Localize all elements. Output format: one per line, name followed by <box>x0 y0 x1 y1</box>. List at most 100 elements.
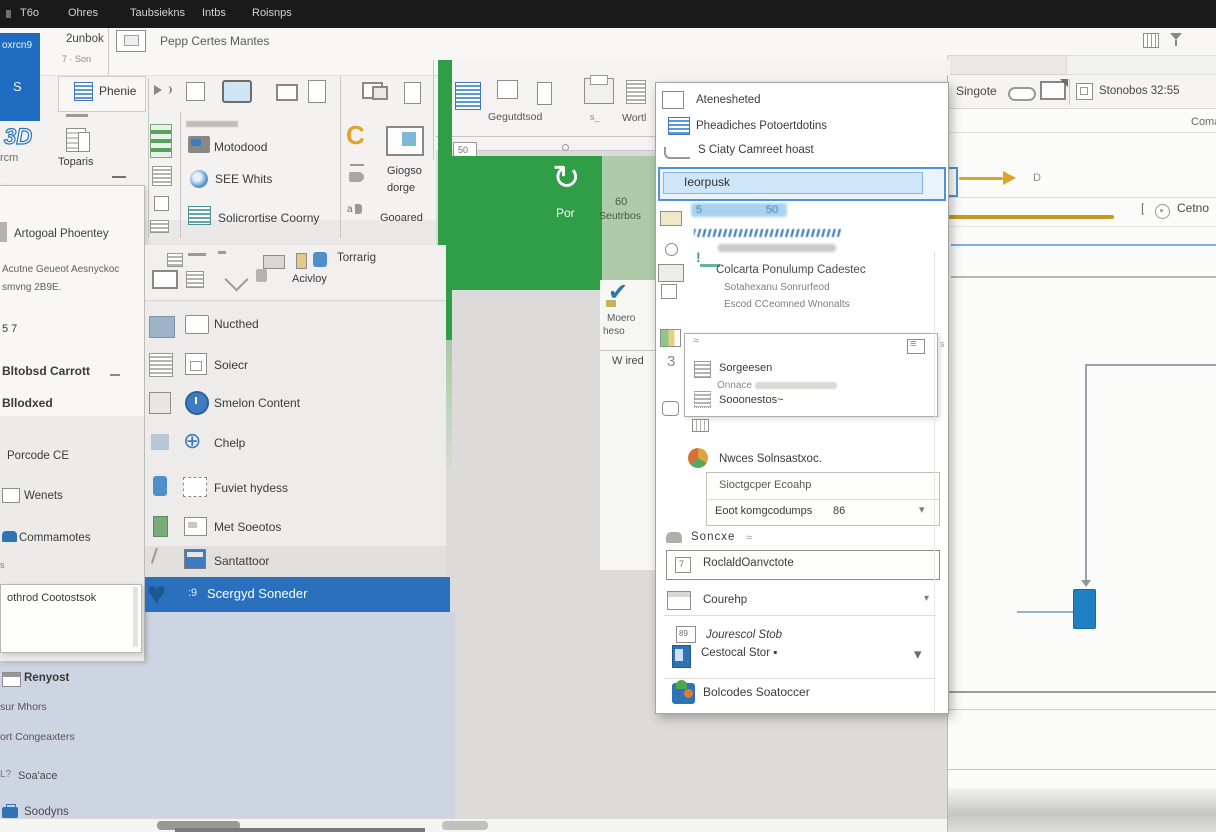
toolbar-people-icon[interactable] <box>313 252 327 267</box>
printer-large-icon[interactable] <box>584 78 614 104</box>
c-swoosh-icon[interactable]: C <box>346 120 365 151</box>
singote-label[interactable]: Singote <box>956 84 997 98</box>
cestocal-chevron-icon[interactable]: ▾ <box>914 645 922 663</box>
sorgeesen-item[interactable]: Sorgeesen <box>719 362 772 374</box>
file-tab[interactable]: oxrcn9 S <box>0 33 40 121</box>
eoot-item[interactable]: Eoot komgcodumps <box>715 505 812 517</box>
monitor-small-icon[interactable] <box>276 84 298 101</box>
giogso-monitor-icon[interactable] <box>386 126 424 156</box>
wenets-checkbox-icon[interactable] <box>2 488 20 503</box>
toolbar-tool-icon[interactable] <box>256 269 267 282</box>
cestocal-item[interactable]: Cestocal Stor ▪ <box>701 647 777 659</box>
motodood-icon[interactable] <box>188 136 210 153</box>
giogso-label[interactable]: Giogso <box>387 165 422 177</box>
porcode-item[interactable]: Porcode CE <box>7 450 69 462</box>
dropdown-item[interactable]: Pheadiches Potoertdotins <box>696 120 827 132</box>
toolbar-dashes-icon[interactable] <box>188 253 206 256</box>
dropdown-item[interactable]: Atenesheted <box>696 94 761 106</box>
eoot-chevron-icon[interactable]: ▾ <box>919 503 925 516</box>
menu-item[interactable]: Taubsiekns <box>130 7 185 19</box>
green-tile[interactable]: ↻ Por <box>452 156 602 290</box>
search-box-secondary[interactable] <box>1066 55 1216 75</box>
list-item[interactable]: Fuviet hydess <box>145 473 446 511</box>
sheet-icon[interactable] <box>150 124 172 158</box>
cloud-icon[interactable] <box>1008 87 1036 101</box>
toolbar-chart-icon[interactable] <box>186 271 204 288</box>
onnace-item[interactable]: Onnace <box>717 380 752 391</box>
sooonestos-item[interactable]: Sooonestos~ <box>719 394 784 406</box>
document-icon[interactable] <box>308 80 326 103</box>
flag-icon[interactable]: a <box>347 204 363 220</box>
soncxe-item[interactable]: Soncxe <box>691 531 735 543</box>
list-item[interactable]: Nucthed <box>145 310 446 348</box>
toparis-label[interactable]: Toparis <box>58 156 93 168</box>
filter-icon[interactable] <box>1170 33 1182 46</box>
small-box-icon[interactable] <box>154 196 169 211</box>
menu-item[interactable]: T6o <box>20 7 39 19</box>
blocked-item-1[interactable]: Bltobsd Carrott <box>2 364 90 378</box>
gegutdtsod-icon[interactable] <box>455 82 481 110</box>
roclald-box-row[interactable]: 7 RoclaldOanvctote <box>666 550 940 580</box>
phenie-icon[interactable] <box>74 82 93 101</box>
clip-small-icon[interactable] <box>150 220 169 233</box>
toolbar-scissors-icon[interactable] <box>224 267 248 291</box>
search-box[interactable] <box>947 55 1067 75</box>
plug-icon[interactable] <box>349 172 364 182</box>
green-tile-light[interactable]: 60 Seutrbos <box>602 156 655 280</box>
see-whits-icon[interactable] <box>190 170 208 188</box>
toolbar-grid-icon[interactable] <box>167 253 183 267</box>
menu-item[interactable]: Intbs <box>202 7 226 19</box>
courehp-chevron-icon[interactable]: ▾ <box>924 593 929 604</box>
clipboard-icon[interactable] <box>404 82 421 104</box>
page-icon[interactable] <box>186 82 205 101</box>
cootostsok-box[interactable]: othrod Cootostsok <box>0 584 142 653</box>
see-whits-label[interactable]: SEE Whits <box>215 172 272 186</box>
motodood-label[interactable]: Motodood <box>214 140 267 154</box>
gooared-label[interactable]: Gooared <box>380 212 423 224</box>
bottom-scroll-thumb-2[interactable] <box>442 821 488 830</box>
dropdown-selected-row[interactable]: Ieorpusk <box>658 167 946 201</box>
list-item[interactable]: ⊕ Chelp <box>145 428 446 466</box>
list-item[interactable]: Santattoor <box>145 546 446 581</box>
stonobos-label[interactable]: Stonobos 32:55 <box>1099 85 1180 97</box>
copy-icon[interactable] <box>626 80 646 104</box>
commamotes-item[interactable]: Commamotes <box>19 532 91 544</box>
soalace-item[interactable]: Soa'ace <box>18 770 57 782</box>
blocked-item-2[interactable]: Bllodxed <box>2 396 53 410</box>
list-view-icon[interactable]: ≡ <box>907 339 925 354</box>
connector-node[interactable] <box>1073 589 1096 629</box>
app-name[interactable]: 2unbok <box>66 33 104 45</box>
dropdown-item[interactable]: S Ciaty Camreet hoast <box>698 144 814 156</box>
list-item[interactable]: Smelon Content <box>145 388 446 426</box>
panel-box-icon[interactable] <box>1076 83 1093 100</box>
solicrortise-icon[interactable] <box>188 206 211 225</box>
grid-view-icon[interactable] <box>1143 33 1159 48</box>
list-small-icon[interactable] <box>152 166 172 186</box>
gegutdtsod-label[interactable]: Gegutdtsod <box>488 111 542 123</box>
monitor-arrow-icon[interactable] <box>1040 81 1066 100</box>
speaker-icon[interactable] <box>154 85 162 95</box>
bolcodes-item[interactable]: Bolcodes Soatoccer <box>703 685 810 699</box>
wenets-item[interactable]: Wenets <box>24 490 63 502</box>
list-item-selected[interactable]: ♥ :9 Scergyd Soneder <box>145 577 450 612</box>
toolbar-monitor-icon[interactable] <box>152 270 178 289</box>
toolbar-dash2-icon[interactable] <box>218 251 226 254</box>
renyost-item[interactable]: Renyost <box>24 672 69 684</box>
mhors-item[interactable]: sur Mhors <box>0 701 47 713</box>
courehp-item[interactable]: Courehp <box>703 594 747 606</box>
toolbar-pair-icon[interactable] <box>263 255 285 269</box>
list-item[interactable]: Soiecr <box>145 349 446 387</box>
canvas-box-icon-2[interactable] <box>537 82 552 105</box>
nwces-item[interactable]: Nwces Solnsastxoc. <box>719 453 822 465</box>
cootostsok-scrollbar[interactable] <box>133 587 138 647</box>
solicrortise-label[interactable]: Solicrortise Coorny <box>218 211 319 225</box>
wortl-label[interactable]: Wortl <box>622 112 646 124</box>
canvas-box-icon[interactable] <box>497 80 518 99</box>
menu-item[interactable]: Roisnps <box>252 7 292 19</box>
phenie-label[interactable]: Phenie <box>99 84 136 98</box>
jourescol-item[interactable]: Jourescol Stob <box>706 629 782 641</box>
congeaxters-item[interactable]: ort Congeaxters <box>0 731 75 743</box>
printer-quick-icon[interactable] <box>116 30 146 52</box>
menu-item[interactable]: Ohres <box>68 7 98 19</box>
contact-circle-icon[interactable] <box>1155 204 1170 219</box>
